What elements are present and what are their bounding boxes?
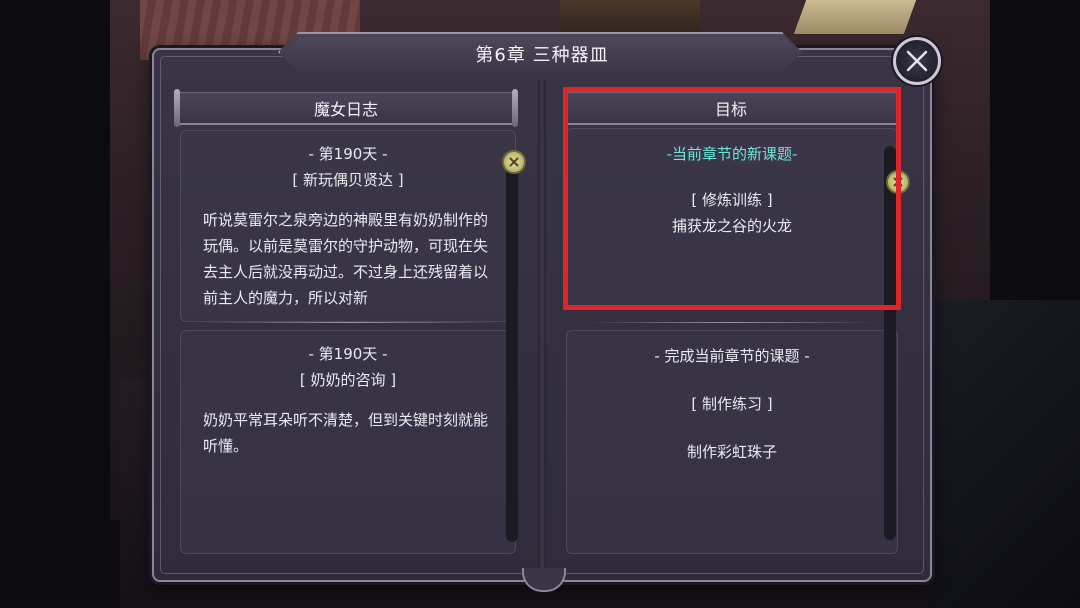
chapter-title: 第6章 三种器皿 <box>475 45 609 66</box>
log-entry-day: - 第190天 - <box>308 345 388 363</box>
objective-item: - 完成当前章节的课题 - [ 制作练习 ] 制作彩虹珠子 <box>566 330 898 554</box>
objective-category: [ 制作练习 ] <box>691 395 773 413</box>
x-knob-icon <box>893 177 903 187</box>
log-entry: - 第190天 - [ 新玩偶贝贤达 ] 听说莫雷尔之泉旁边的神殿里有奶奶制作的… <box>180 130 516 322</box>
close-icon <box>906 50 928 72</box>
chapter-title-plaque: 第6章 三种器皿 <box>278 32 802 72</box>
objective-heading: - 完成当前章节的课题 - <box>654 347 810 365</box>
close-button[interactable] <box>893 37 941 85</box>
objective-heading: -当前章节的新课题- <box>666 145 798 163</box>
background-shadow <box>930 300 1080 608</box>
right-scroll-handle[interactable] <box>886 170 910 194</box>
witch-log-header-label: 魔女日志 <box>313 100 378 119</box>
log-entry-body: 奶奶平常耳朵听不清楚，但到关键时刻就能听懂。 <box>203 411 489 455</box>
left-scrollbar[interactable] <box>506 152 518 542</box>
left-scroll-handle[interactable] <box>502 150 526 174</box>
objectives-header: 目标 <box>566 92 896 125</box>
x-knob-icon <box>509 157 519 167</box>
book-spine <box>538 80 546 570</box>
log-entry-body: 听说莫雷尔之泉旁边的神殿里有奶奶制作的玩偶。以前是莫雷尔的守护动物，可现在失去主… <box>203 211 489 307</box>
log-entry-title: [ 新玩偶贝贤达 ] <box>292 171 404 189</box>
objective-task: 捕获龙之谷的火龙 <box>671 217 792 235</box>
entry-divider <box>200 322 500 323</box>
objective-category: [ 修炼训练 ] <box>691 191 773 209</box>
log-entry-day: - 第190天 - <box>308 145 388 163</box>
objectives-header-label: 目标 <box>714 100 747 119</box>
objective-divider <box>586 322 876 323</box>
log-entry-title: [ 奶奶的咨询 ] <box>299 371 397 389</box>
background-paper <box>793 0 917 34</box>
witch-log-header: 魔女日志 <box>174 89 518 127</box>
objective-item: -当前章节的新课题- [ 修炼训练 ] 捕获龙之谷的火龙 <box>566 128 898 310</box>
log-entry: - 第190天 - [ 奶奶的咨询 ] 奶奶平常耳朵听不清楚，但到关键时刻就能听… <box>180 330 516 554</box>
right-scrollbar[interactable] <box>884 146 896 540</box>
objective-task: 制作彩虹珠子 <box>686 443 777 461</box>
